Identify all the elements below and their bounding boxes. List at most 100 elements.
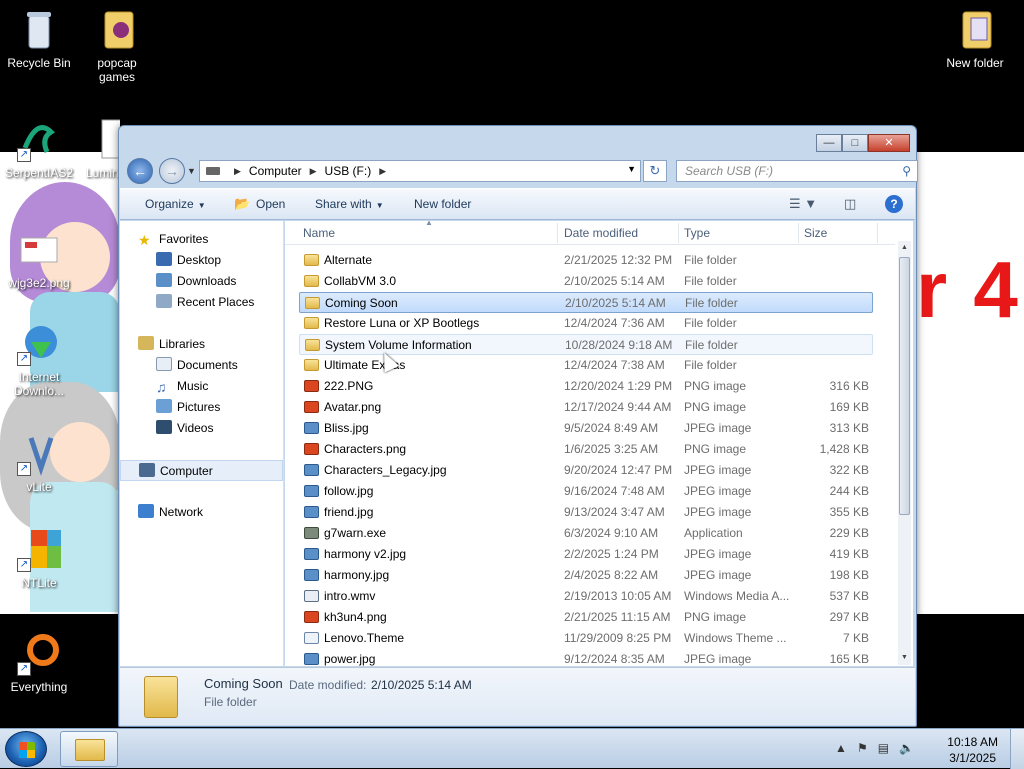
back-button[interactable]: ←	[127, 158, 153, 184]
clock[interactable]: 10:18 AM 3/1/2025	[947, 734, 998, 766]
column-date-modified[interactable]: Date modified	[564, 226, 638, 240]
file-row[interactable]: 222.PNG 12/20/2024 1:29 PM PNG image 316 KB	[299, 376, 873, 397]
document-icon	[100, 118, 120, 162]
taskbar-explorer-button[interactable]	[60, 731, 118, 767]
help-icon[interactable]: ?	[885, 195, 903, 213]
chevron-right-icon: ▶	[379, 165, 387, 176]
file-row[interactable]: Avatar.png 12/17/2024 9:44 AM PNG image 169…	[299, 397, 873, 418]
nav-computer[interactable]: Computer	[120, 460, 283, 481]
file-type: Windows Media A...	[684, 589, 790, 603]
share-with-menu[interactable]: Share with ▼	[315, 197, 384, 211]
new-folder-button[interactable]: New folder	[414, 197, 471, 211]
preview-pane-icon[interactable]: ◫	[844, 196, 856, 212]
file-name: g7warn.exe	[324, 526, 387, 540]
details-pane: Coming Soon Date modified: 2/10/2025 5:1…	[120, 667, 915, 725]
file-size: 322 KB	[829, 463, 869, 477]
nav-music[interactable]: ♫ Music	[120, 376, 283, 397]
nav-desktop[interactable]: Desktop	[120, 250, 283, 271]
file-row[interactable]: kh3un4.png 2/21/2025 11:15 AM PNG image 297…	[299, 607, 873, 628]
recent-pages-dropdown[interactable]: ▼	[187, 166, 197, 176]
minimize-button[interactable]: —	[816, 134, 842, 152]
nav-network[interactable]: Network	[120, 502, 283, 523]
search-input[interactable]: Search USB (F:) ⚲	[676, 160, 918, 182]
file-type: JPEG image	[684, 505, 752, 519]
breadcrumb-computer[interactable]: Computer	[249, 164, 302, 178]
scroll-up-icon[interactable]: ▲	[898, 241, 911, 255]
scroll-down-icon[interactable]: ▼	[898, 651, 911, 665]
file-row[interactable]: intro.wmv 2/19/2013 10:05 AM Windows Media…	[299, 586, 873, 607]
nav-favorites[interactable]: ★ Favorites	[120, 229, 283, 250]
desktop-icon	[156, 252, 172, 266]
taskbar: ▲ ⚑ ▤ 🔈 10:18 AM 3/1/2025	[0, 728, 1024, 769]
wmv-file-icon	[304, 590, 319, 602]
show-desktop-button[interactable]	[1010, 729, 1024, 769]
action-center-flag-icon[interactable]: ⚑	[857, 741, 868, 755]
file-type: JPEG image	[684, 652, 752, 666]
volume-icon[interactable]: 🔈	[899, 741, 914, 755]
file-type: File folder	[684, 253, 737, 267]
column-name[interactable]: Name	[303, 226, 335, 240]
file-row[interactable]: harmony.jpg 2/4/2025 8:22 AM JPEG image 198…	[299, 565, 873, 586]
desktop-icon-recycle-bin[interactable]: Recycle Bin	[1, 8, 77, 70]
nav-pictures[interactable]: Pictures	[120, 397, 283, 418]
desktop-icon-internet-download-manager[interactable]: ↗ Internet Downlo...	[1, 322, 77, 398]
file-row[interactable]: g7warn.exe 6/3/2024 9:10 AM Application 229…	[299, 523, 873, 544]
file-size: 229 KB	[829, 526, 869, 540]
videos-icon	[156, 420, 172, 434]
view-options-icon[interactable]: ☰ ▼	[789, 196, 817, 212]
title-bar[interactable]: — □ ✕	[119, 126, 916, 158]
desktop-icon-serpentias2[interactable]: ↗ SerpentIAS2	[1, 118, 77, 180]
file-row[interactable]: Restore Luna or XP Bootlegs 12/4/2024 7:3…	[299, 313, 873, 334]
refresh-button[interactable]: ↻	[643, 160, 667, 182]
open-folder-icon: 📂	[234, 196, 251, 211]
file-row[interactable]: CollabVM 3.0 2/10/2025 5:14 AM File folder	[299, 271, 873, 292]
nav-recent-places[interactable]: Recent Places	[120, 292, 283, 313]
file-type: File folder	[684, 316, 737, 330]
file-type: File folder	[684, 274, 737, 288]
folder-icon	[95, 8, 139, 52]
open-button[interactable]: Open	[256, 197, 285, 211]
nav-downloads[interactable]: Downloads	[120, 271, 283, 292]
file-date: 2/2/2025 1:24 PM	[564, 547, 659, 561]
desktop-icon-ntlite[interactable]: ↗ NTLite	[1, 528, 77, 590]
file-row[interactable]: power.jpg 9/12/2024 8:35 AM JPEG image 165 …	[299, 649, 873, 666]
column-type[interactable]: Type	[684, 226, 710, 240]
breadcrumb-usb-drive[interactable]: USB (F:)	[325, 164, 372, 178]
desktop-icon-vlite[interactable]: ↗ vLite	[1, 432, 77, 494]
organize-menu[interactable]: Organize ▼	[145, 197, 206, 211]
file-row[interactable]: Characters.png 1/6/2025 3:25 AM PNG image 1…	[299, 439, 873, 460]
scrollbar-thumb[interactable]	[899, 257, 910, 515]
nav-documents[interactable]: Documents	[120, 355, 283, 376]
file-row[interactable]: friend.jpg 9/13/2024 3:47 AM JPEG image 355…	[299, 502, 873, 523]
file-row[interactable]: Characters_Legacy.jpg 9/20/2024 12:47 PM J…	[299, 460, 873, 481]
maximize-button[interactable]: □	[842, 134, 868, 152]
file-type: JPEG image	[684, 484, 752, 498]
desktop-icon-everything[interactable]: ↗ Everything	[1, 632, 77, 694]
jpg-file-icon	[304, 506, 319, 518]
file-type: JPEG image	[684, 421, 752, 435]
forward-button[interactable]: →	[159, 158, 185, 184]
nav-videos[interactable]: Videos	[120, 418, 283, 439]
file-row[interactable]: Alternate 2/21/2025 12:32 PM File folder	[299, 250, 873, 271]
vertical-scrollbar[interactable]: ▲ ▼	[898, 241, 911, 665]
show-hidden-icons-icon[interactable]: ▲	[835, 741, 847, 755]
address-dropdown-icon[interactable]: ▼	[627, 164, 636, 174]
nav-libraries[interactable]: Libraries	[120, 334, 283, 355]
folder-icon	[304, 317, 319, 329]
desktop-icon-wjg3e2[interactable]: wjg3e2.png	[1, 228, 77, 290]
file-row[interactable]: Lenovo.Theme 11/29/2009 8:25 PM Windows Th…	[299, 628, 873, 649]
desktop-icon-lumin[interactable]: Lumin	[80, 118, 120, 180]
file-row[interactable]: harmony v2.jpg 2/2/2025 1:24 PM JPEG image…	[299, 544, 873, 565]
network-icon[interactable]: ▤	[878, 741, 889, 755]
close-button[interactable]: ✕	[868, 134, 910, 152]
desktop-icon-popcap-games[interactable]: popcap games	[79, 8, 155, 84]
file-type: File folder	[685, 338, 738, 352]
file-row[interactable]: Bliss.jpg 9/5/2024 8:49 AM JPEG image 313 K…	[299, 418, 873, 439]
file-row[interactable]: Coming Soon 2/10/2025 5:14 AM File folder	[299, 292, 873, 313]
start-button[interactable]	[5, 731, 47, 767]
column-size[interactable]: Size	[804, 226, 827, 240]
file-type: Windows Theme ...	[684, 631, 787, 645]
file-row[interactable]: follow.jpg 9/16/2024 7:48 AM JPEG image 244…	[299, 481, 873, 502]
address-bar[interactable]: ▶ Computer ▶ USB (F:) ▶ ▼	[199, 160, 641, 182]
desktop-icon-new-folder[interactable]: New folder	[937, 8, 1013, 70]
